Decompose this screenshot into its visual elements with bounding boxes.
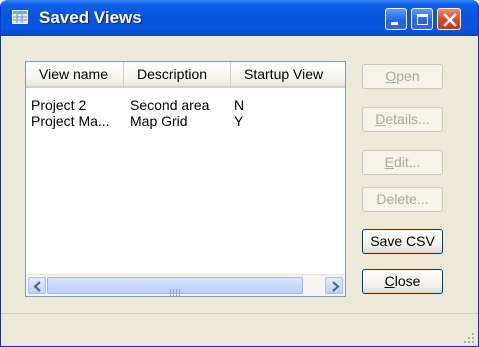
column-header-description[interactable]: Description xyxy=(124,62,231,86)
view-name-cell: Project 2 xyxy=(31,97,87,113)
chevron-right-icon xyxy=(332,281,340,292)
saved-views-list[interactable]: View name Description Startup View Proje… xyxy=(25,61,346,297)
startup-view-cell: N xyxy=(234,97,245,113)
details-button[interactable]: Details... xyxy=(362,107,443,132)
open-mnemonic: O xyxy=(385,68,397,84)
horizontal-scrollbar[interactable] xyxy=(26,274,345,296)
chevron-left-icon xyxy=(33,281,41,292)
save-csv-button[interactable]: Save CSV xyxy=(362,229,443,254)
status-bar xyxy=(1,313,478,346)
edit-mnemonic: E xyxy=(384,154,394,170)
list-item[interactable]: Project 2 Second area N xyxy=(26,97,345,113)
open-button[interactable]: Open xyxy=(362,64,443,89)
close-button[interactable]: Close xyxy=(362,269,443,294)
title-bar[interactable]: Saved Views xyxy=(1,0,478,36)
list-item[interactable]: Project Ma... Map Grid Y xyxy=(26,113,345,129)
view-name-cell: Project Ma... xyxy=(31,113,110,129)
grid-window-icon xyxy=(12,10,28,24)
description-cell: Second area xyxy=(130,97,210,113)
details-mnemonic: D xyxy=(375,111,386,127)
grip-icon xyxy=(170,283,182,296)
saved-views-dialog: Saved Views View name Description Startu… xyxy=(0,0,479,347)
status-pane xyxy=(5,318,474,343)
description-cell: Map Grid xyxy=(130,113,188,129)
resize-grip-icon[interactable] xyxy=(463,332,475,344)
scroll-thumb[interactable] xyxy=(47,277,303,296)
details-label: etails... xyxy=(385,111,430,127)
scroll-right-button[interactable] xyxy=(325,277,343,294)
list-header: View name Description Startup View xyxy=(26,62,345,88)
open-label: pen xyxy=(396,68,420,84)
close-mnemonic: C xyxy=(384,273,395,289)
minimize-icon xyxy=(391,22,398,25)
column-header-startup-view[interactable]: Startup View xyxy=(231,62,345,86)
close-window-button[interactable] xyxy=(437,8,461,30)
close-label: lose xyxy=(394,273,421,289)
scroll-left-button[interactable] xyxy=(28,277,46,294)
delete-button[interactable]: Delete... xyxy=(362,187,443,212)
maximize-icon xyxy=(417,14,428,25)
minimize-button[interactable] xyxy=(385,8,407,30)
edit-button[interactable]: Edit... xyxy=(362,150,443,175)
close-icon xyxy=(443,13,457,27)
edit-label: dit... xyxy=(393,154,421,170)
startup-view-cell: Y xyxy=(234,113,244,129)
maximize-button[interactable] xyxy=(411,8,433,30)
window-title: Saved Views xyxy=(39,8,142,27)
column-header-view-name[interactable]: View name xyxy=(26,62,124,86)
